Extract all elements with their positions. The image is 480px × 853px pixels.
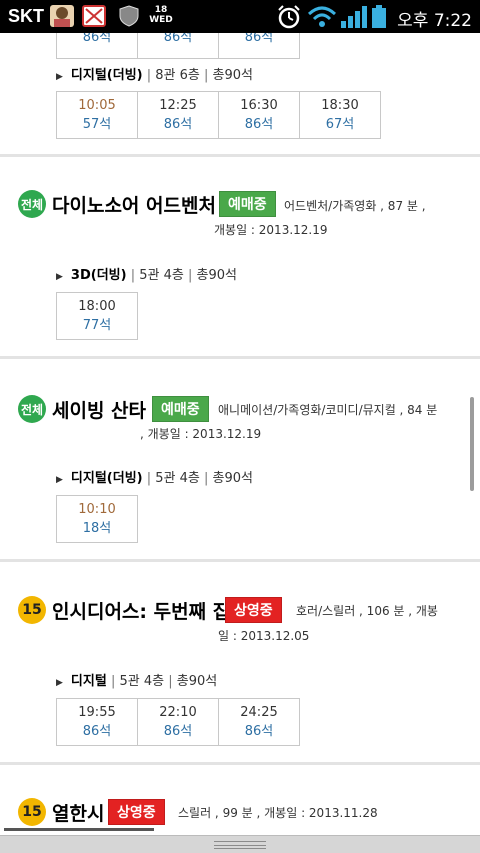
showtime: 18:30 xyxy=(321,98,359,113)
showtime-list[interactable]: 86석 86석 86석 ▶ 디지털(더빙) | 8관 6층 | 총90석 10:0… xyxy=(0,33,480,835)
hall-info: ▶ 3D(더빙) | 5관 4층 | 총90석 xyxy=(56,268,237,283)
pull-handle-bar[interactable] xyxy=(0,835,480,853)
divider xyxy=(0,762,480,765)
hall-type: 디지털(더빙) xyxy=(70,471,143,486)
showtime: 16:30 xyxy=(240,98,278,113)
movie-title[interactable]: 다이노소어 어드벤처 xyxy=(52,191,216,218)
triangle-bullet-icon: ▶ xyxy=(56,678,63,688)
seat-count: 67석 xyxy=(325,117,355,132)
seat-count: 77석 xyxy=(82,318,112,333)
seat-count: 86석 xyxy=(244,724,274,739)
status-bar: SKT 18 WED 오후 7:22 xyxy=(0,0,480,33)
seat-count: 86석 xyxy=(244,117,274,132)
showtime: 19:55 xyxy=(78,705,116,720)
carrier-label: SKT xyxy=(8,6,44,26)
showtime-cell[interactable]: 10:10 18석 xyxy=(56,495,138,543)
hall-screen: 5관 4층 xyxy=(155,471,200,486)
scrollbar[interactable] xyxy=(470,397,474,491)
seat-count: 86석 xyxy=(163,33,193,45)
calendar-day: 18 xyxy=(154,5,168,15)
hall-total: 총90석 xyxy=(176,674,218,689)
showtime-row: 10:10 18석 xyxy=(56,495,138,543)
horizontal-scroll-indicator xyxy=(4,828,154,831)
divider xyxy=(0,154,480,157)
hall-type: 3D(더빙) xyxy=(70,268,127,283)
showtime-cell[interactable]: 18:00 77석 xyxy=(56,292,138,340)
showtime: 18:00 xyxy=(78,299,116,314)
rating-15-badge: 15 xyxy=(18,798,46,826)
showtime-cell[interactable]: 86석 xyxy=(218,33,300,59)
movie-release-date: , 개봉일 : 2013.12.19 xyxy=(140,427,262,441)
showtime-cell[interactable]: 10:05 57석 xyxy=(56,91,138,139)
showtime-cell[interactable]: 24:25 86석 xyxy=(218,698,300,746)
showtime-cell[interactable]: 16:30 86석 xyxy=(218,91,300,139)
showtime: 24:25 xyxy=(240,705,278,720)
hall-screen: 5관 4층 xyxy=(139,268,184,283)
hall-screen: 8관 6층 xyxy=(155,68,200,83)
seat-count: 86석 xyxy=(163,724,193,739)
hall-info: ▶ 디지털(더빙) | 5관 4층 | 총90석 xyxy=(56,471,253,486)
showtime-cell[interactable]: 12:25 86석 xyxy=(137,91,219,139)
movie-title[interactable]: 세이빙 산타 xyxy=(52,396,146,423)
movie-release-date: 일 : 2013.12.05 xyxy=(218,629,310,643)
movie-release-date: 개봉일 : 2013.12.19 xyxy=(214,223,328,237)
showtime-cell[interactable]: 86석 xyxy=(137,33,219,59)
hall-total: 총90석 xyxy=(212,471,253,486)
booking-button[interactable]: 예매중 xyxy=(219,191,276,217)
showtime: 10:05 xyxy=(78,98,116,113)
clock: 오후 7:22 xyxy=(397,11,472,31)
hall-type: 디지털(더빙) xyxy=(70,68,143,83)
showtime-cell[interactable]: 19:55 86석 xyxy=(56,698,138,746)
hall-total: 총90석 xyxy=(212,68,253,83)
hall-type: 디지털 xyxy=(70,674,107,689)
seat-count: 18석 xyxy=(82,521,112,536)
hall-screen: 5관 4층 xyxy=(119,674,165,689)
triangle-bullet-icon: ▶ xyxy=(56,272,63,282)
battery-icon xyxy=(371,5,387,33)
seat-count: 86석 xyxy=(163,117,193,132)
movie-genre-runtime: 애니메이션/가족영화/코미디/뮤지컬 , 84 분 xyxy=(218,403,438,417)
hall-info: ▶ 디지털 | 5관 4층 | 총90석 xyxy=(56,674,218,689)
wifi-icon xyxy=(307,5,337,33)
showtime-row: 86석 86석 86석 xyxy=(56,33,300,59)
showtime-row: 10:05 57석 12:25 86석 16:30 86석 18:30 67석 xyxy=(56,91,381,139)
seat-count: 86석 xyxy=(244,33,274,45)
rating-all-badge: 전체 xyxy=(18,190,46,218)
avatar-icon xyxy=(50,5,74,27)
movie-genre-runtime: 어드벤처/가족영화 , 87 분 , xyxy=(284,199,426,213)
calendar-icon: 18 WED xyxy=(148,5,174,27)
grip-icon xyxy=(214,841,266,849)
showtime-row: 19:55 86석 22:10 86석 24:25 86석 xyxy=(56,698,300,746)
movie-title[interactable]: 열한시 xyxy=(52,799,104,826)
notification-icon xyxy=(82,5,106,27)
booking-button[interactable]: 예매중 xyxy=(152,396,209,422)
showtime-cell[interactable]: 18:30 67석 xyxy=(299,91,381,139)
now-showing-button[interactable]: 상영중 xyxy=(108,799,165,825)
movie-title[interactable]: 인시디어스: 두번째 집 xyxy=(52,597,230,624)
seat-count: 57석 xyxy=(82,117,112,132)
showtime-cell[interactable]: 86석 xyxy=(56,33,138,59)
divider xyxy=(0,356,480,359)
calendar-weekday: WED xyxy=(149,15,173,25)
divider xyxy=(0,559,480,562)
hall-info: ▶ 디지털(더빙) | 8관 6층 | 총90석 xyxy=(56,68,253,83)
showtime-cell[interactable]: 22:10 86석 xyxy=(137,698,219,746)
hall-total: 총90석 xyxy=(196,268,237,283)
signal-icon xyxy=(340,5,368,33)
showtime: 12:25 xyxy=(159,98,197,113)
rating-all-badge: 전체 xyxy=(18,395,46,423)
seat-count: 86석 xyxy=(82,724,112,739)
movie-genre-runtime: 스릴러 , 99 분 , 개봉일 : 2013.11.28 xyxy=(178,806,378,820)
alarm-icon xyxy=(276,5,302,33)
showtime-row: 18:00 77석 xyxy=(56,292,138,340)
showtime: 22:10 xyxy=(159,705,197,720)
triangle-bullet-icon: ▶ xyxy=(56,475,63,485)
seat-count: 86석 xyxy=(82,33,112,45)
rating-15-badge: 15 xyxy=(18,596,46,624)
showtime: 10:10 xyxy=(78,502,116,517)
movie-genre-runtime: 호러/스릴러 , 106 분 , 개봉 xyxy=(296,604,438,618)
now-showing-button[interactable]: 상영중 xyxy=(225,597,282,623)
shield-icon xyxy=(117,5,141,27)
triangle-bullet-icon: ▶ xyxy=(56,72,63,82)
